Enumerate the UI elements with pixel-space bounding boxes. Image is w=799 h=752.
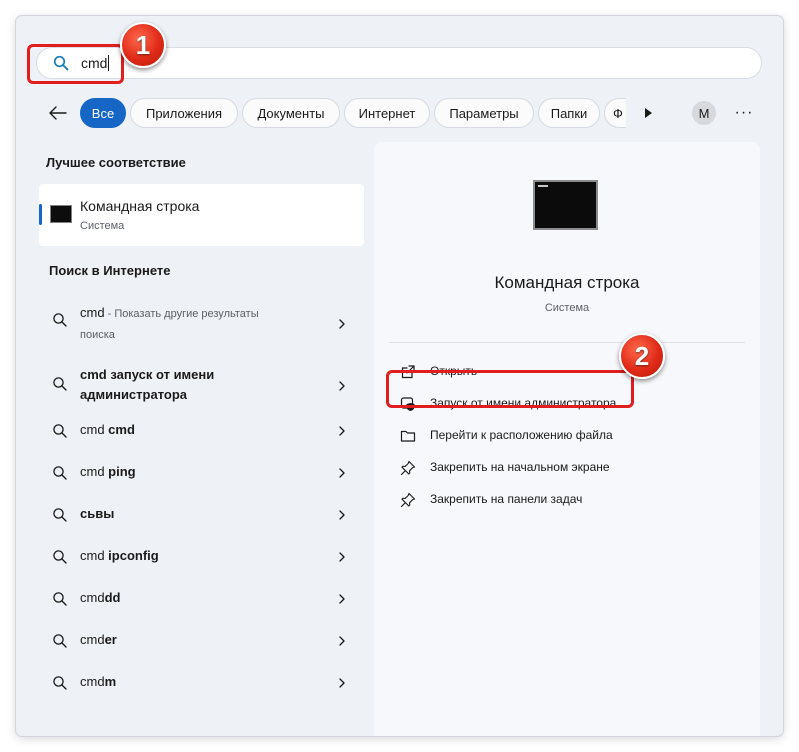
step-badge-2: 2: [619, 333, 665, 379]
chip-settings[interactable]: Параметры: [434, 98, 534, 128]
best-match-name: Командная строка: [80, 198, 200, 214]
chevron-right-icon[interactable]: [336, 634, 348, 646]
search-icon: [52, 465, 68, 481]
web-search-item-label: cmd cmd: [80, 420, 320, 440]
chip-folders[interactable]: Папки: [538, 98, 600, 128]
cmd-app-icon: [50, 205, 72, 223]
search-icon: [52, 423, 68, 439]
search-icon: [52, 312, 68, 328]
action-pin-taskbar[interactable]: Закрепить на панели задач: [400, 490, 720, 510]
web-search-item-label: cmd ipconfig: [80, 546, 320, 566]
best-match-subtitle: Система: [80, 220, 125, 232]
web-search-item[interactable]: cmd cmd: [40, 420, 364, 440]
web-search-item[interactable]: cmd ipconfig: [40, 546, 364, 566]
action-pin-taskbar-label: Закрепить на панели задач: [430, 492, 583, 506]
search-icon: [52, 591, 68, 607]
details-app-name: Командная строка: [494, 273, 640, 292]
chip-all[interactable]: Все: [80, 98, 126, 128]
pin-icon: [400, 492, 416, 508]
scroll-right-icon[interactable]: [640, 105, 656, 121]
cmd-large-icon: [533, 180, 598, 230]
action-pin-start-label: Закрепить на начальном экране: [430, 460, 610, 474]
suggestion-text: ping: [108, 464, 136, 479]
chip-documents[interactable]: Документы: [242, 98, 340, 128]
filter-bar: Все Приложения Документы Интернет Параме…: [16, 96, 783, 130]
web-search-item[interactable]: cmder: [40, 630, 364, 650]
web-search-item[interactable]: cmd ping: [40, 462, 364, 482]
best-match-result[interactable]: Командная строка Система: [39, 184, 364, 246]
details-panel: Командная строка Система Открыть Запуск …: [374, 142, 760, 736]
folder-icon: [400, 428, 416, 444]
suggestion-hint: - Показать другие результаты поиска: [80, 308, 259, 341]
web-search-heading: Поиск в Интернете: [49, 263, 171, 278]
action-pin-start[interactable]: Закрепить на начальном экране: [400, 458, 720, 478]
query-text: cmd: [80, 674, 105, 689]
chevron-right-icon[interactable]: [336, 550, 348, 562]
search-highlight-frame: [27, 44, 124, 84]
query-text: cmd: [80, 632, 105, 647]
chevron-right-icon[interactable]: [336, 676, 348, 688]
web-search-item[interactable]: cmd запуск от имени администратора: [40, 365, 364, 405]
query-text: cmd: [80, 590, 105, 605]
web-search-item[interactable]: сьвы: [40, 504, 364, 524]
web-search-item-label: cmder: [80, 630, 320, 650]
chip-photos-partial[interactable]: Ф: [604, 98, 626, 128]
chevron-right-icon[interactable]: [336, 592, 348, 604]
search-icon: [52, 549, 68, 565]
suggestion-text: dd: [104, 590, 121, 605]
details-app-subtitle: Система: [544, 302, 590, 314]
action-open-file-location-label: Перейти к расположению файла: [430, 428, 613, 442]
pin-icon: [400, 460, 416, 476]
suggestion-text: cmd запуск от имени администратора: [80, 367, 215, 402]
chip-apps[interactable]: Приложения: [130, 98, 238, 128]
query-text: cmd: [80, 464, 109, 479]
chevron-right-icon[interactable]: [336, 317, 348, 329]
web-search-item-label: cmddd: [80, 588, 320, 608]
web-search-item[interactable]: cmddd: [40, 588, 364, 608]
avatar[interactable]: M: [692, 101, 716, 125]
step-badge-1: 1: [120, 22, 166, 68]
best-match-heading: Лучшее соответствие: [46, 155, 186, 170]
search-icon: [52, 507, 68, 523]
web-search-item[interactable]: cmdm: [40, 672, 364, 692]
suggestion-text: ipconfig: [108, 548, 159, 563]
query-text: cmd: [80, 422, 109, 437]
back-arrow-icon[interactable]: [46, 102, 70, 124]
chevron-right-icon[interactable]: [336, 379, 348, 391]
selection-indicator: [39, 204, 42, 225]
divider: [389, 342, 745, 343]
chevron-right-icon[interactable]: [336, 466, 348, 478]
action-open-file-location[interactable]: Перейти к расположению файла: [400, 426, 720, 446]
chevron-right-icon[interactable]: [336, 424, 348, 436]
web-search-item-label: cmdm: [80, 672, 320, 692]
more-options-icon[interactable]: ···: [733, 101, 755, 125]
admin-highlight-frame: [386, 370, 634, 408]
search-icon: [52, 675, 68, 691]
query-text: cmd: [80, 548, 109, 563]
search-icon: [52, 376, 68, 392]
suggestion-text: cmd: [108, 422, 135, 437]
web-search-item-label: cmd запуск от имени администратора: [80, 365, 320, 405]
suggestion-text: сьвы: [80, 506, 115, 521]
query-text: cmd: [80, 305, 105, 320]
chevron-right-icon[interactable]: [336, 508, 348, 520]
chip-internet[interactable]: Интернет: [344, 98, 430, 128]
web-search-item-label: cmd - Показать другие результаты поиска: [80, 303, 285, 345]
search-icon: [52, 633, 68, 649]
suggestion-text: er: [104, 632, 117, 647]
web-search-item[interactable]: cmd - Показать другие результаты поиска: [40, 303, 364, 343]
suggestion-text: m: [104, 674, 117, 689]
web-search-item-label: сьвы: [80, 504, 320, 524]
web-search-item-label: cmd ping: [80, 462, 320, 482]
